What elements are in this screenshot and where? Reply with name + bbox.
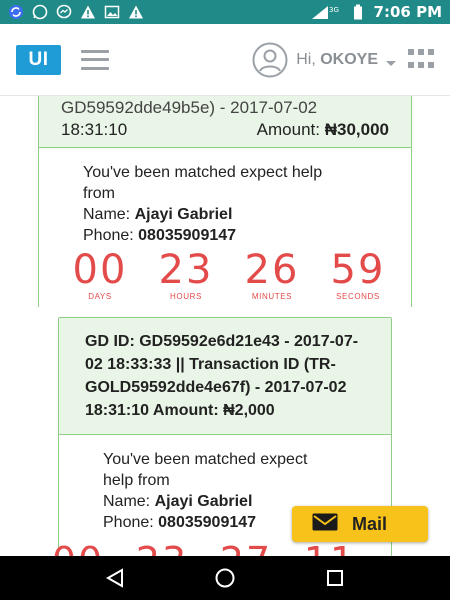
card1-time: 18:31:10 <box>61 120 128 139</box>
seconds-value: 11 <box>295 541 365 556</box>
match-phone: Phone: 08035909147 <box>83 225 411 246</box>
hamburger-menu-icon[interactable] <box>81 49 109 70</box>
countdown-days: 00 <box>43 541 113 556</box>
greeting-prefix: Hi, <box>296 50 321 68</box>
mail-label: Mail <box>352 513 388 534</box>
status-time: 7:06 PM <box>373 3 442 21</box>
back-icon[interactable] <box>103 566 127 590</box>
avatar-icon <box>252 42 288 78</box>
app-header: UI Hi, OKOYE <box>0 24 450 96</box>
name-value: Ajayi Gabriel <box>154 493 253 510</box>
warning-icon <box>80 4 96 20</box>
countdown-hours: 23 HOURS <box>151 250 221 301</box>
network-type: 3G <box>329 6 339 14</box>
amount-value: ₦2,000 <box>223 402 275 419</box>
countdown-minutes: 26 MINUTES <box>237 250 307 301</box>
phone-value: 08035909147 <box>138 227 237 244</box>
phone-label: Phone: <box>83 227 139 244</box>
gallery-icon <box>104 4 120 20</box>
days-value: 00 <box>72 247 128 293</box>
hours-value: 23 <box>158 247 214 293</box>
status-bar: 3G 7:06 PM <box>0 0 450 24</box>
name-value: Ajayi Gabriel <box>134 206 233 223</box>
chevron-down-icon <box>386 55 396 66</box>
card1-match: You've been matched expect help from Nam… <box>38 148 412 307</box>
name-label: Name: <box>103 493 155 510</box>
signal-icon: 3G <box>310 4 342 20</box>
card1-header: GD59592dde49b5e) - 2017-07-02 18:31:10 A… <box>38 96 412 148</box>
countdown-days: 00 DAYS <box>65 250 135 301</box>
days-label: DAYS <box>88 292 112 301</box>
days-value: 00 <box>43 541 113 556</box>
user-name: OKOYE <box>320 50 378 68</box>
whatsapp-icon <box>32 4 48 20</box>
minutes-value: 27 <box>211 541 281 556</box>
match-intro: You've been matched expect help from <box>103 451 308 489</box>
countdown-hours: 23 <box>127 541 197 556</box>
envelope-icon <box>312 513 338 536</box>
main-content: GD59592dde49b5e) - 2017-07-02 18:31:10 A… <box>0 96 450 556</box>
user-greeting: Hi, OKOYE <box>296 51 378 69</box>
amount-value: ₦30,000 <box>324 120 389 139</box>
recents-icon[interactable] <box>323 566 347 590</box>
apps-grid-icon[interactable] <box>408 48 434 71</box>
seconds-value: 59 <box>330 247 386 293</box>
countdown-seconds: 11 <box>295 541 365 556</box>
card1-amount: Amount: ₦30,000 <box>257 119 389 141</box>
messenger-icon <box>56 4 72 20</box>
home-icon[interactable] <box>213 566 237 590</box>
gd-id: GD59592e6d21e43 <box>139 333 280 350</box>
warning-icon <box>128 4 144 20</box>
app-logo[interactable]: UI <box>16 44 61 75</box>
countdown-timer: 00 DAYS 23 HOURS 26 MINUTES 59 SECONDS <box>65 250 411 301</box>
phone-value: 08035909147 <box>158 514 257 531</box>
match-name: Name: Ajayi Gabriel <box>83 204 411 225</box>
battery-icon <box>350 4 366 20</box>
card2-header: GD ID: GD59592e6d21e43 - 2017-07-02 18:3… <box>59 318 391 435</box>
gd-label: GD ID: <box>85 333 140 350</box>
match-intro: You've been matched expect help from <box>83 164 323 202</box>
countdown-minutes: 27 <box>211 541 281 556</box>
sync-icon <box>8 4 24 20</box>
card1-id-line: GD59592dde49b5e) - 2017-07-02 <box>61 98 318 117</box>
user-menu[interactable]: Hi, OKOYE <box>252 42 396 78</box>
phone-label: Phone: <box>103 514 159 531</box>
amount-label: Amount: <box>152 402 224 419</box>
name-label: Name: <box>83 206 135 223</box>
seconds-label: SECONDS <box>336 292 380 301</box>
navigation-bar <box>0 556 450 600</box>
countdown-timer: 00 23 27 11 <box>43 541 391 556</box>
hours-label: HOURS <box>170 292 202 301</box>
countdown-seconds: 59 SECONDS <box>323 250 393 301</box>
amount-label: Amount: <box>256 120 325 139</box>
hours-value: 23 <box>127 541 197 556</box>
minutes-value: 26 <box>244 247 300 293</box>
minutes-label: MINUTES <box>251 292 293 301</box>
mail-button[interactable]: Mail <box>292 506 428 542</box>
